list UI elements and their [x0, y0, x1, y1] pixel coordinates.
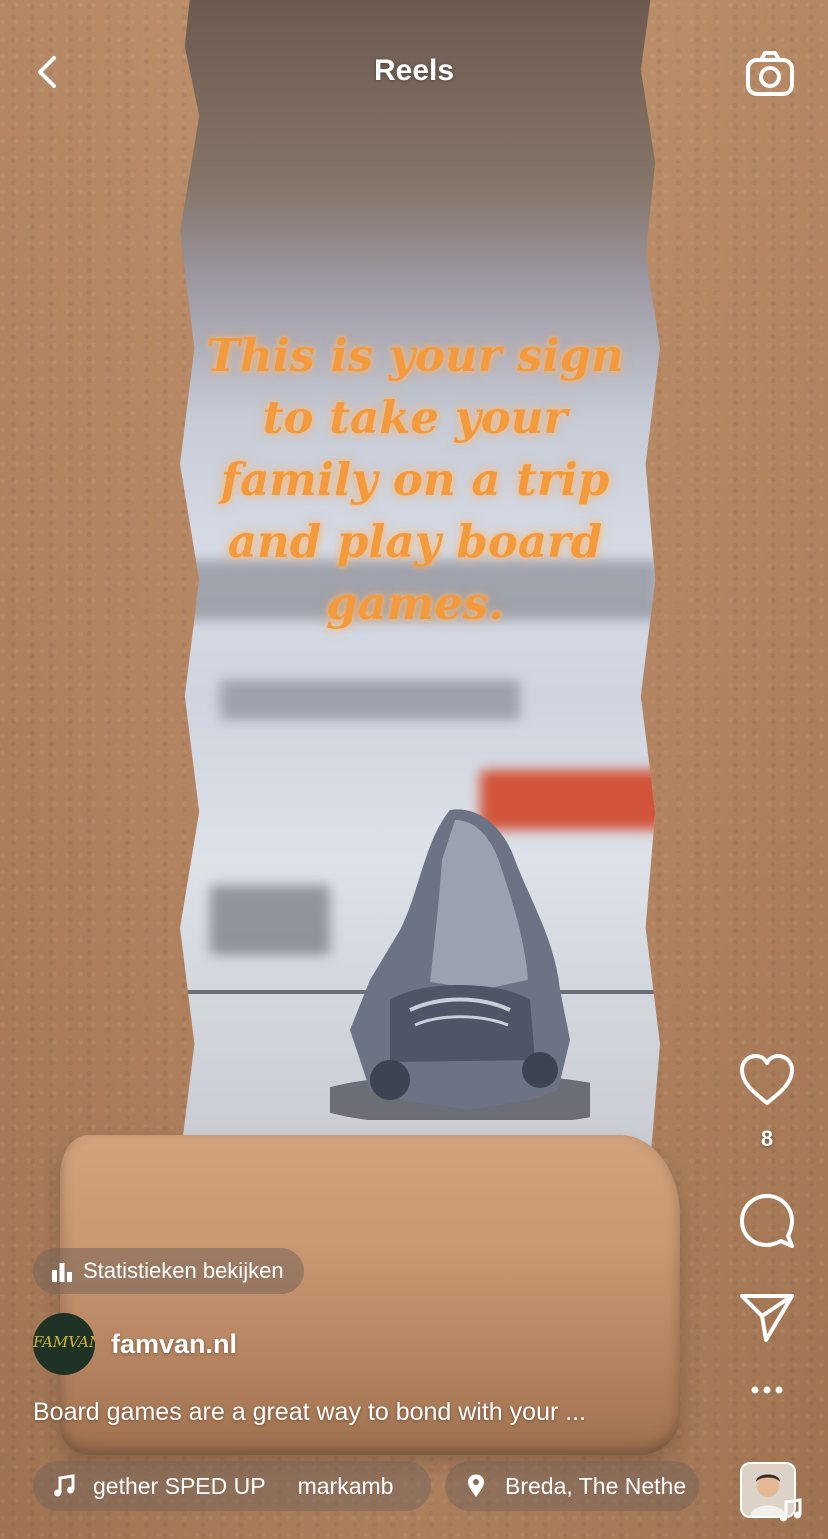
camera-button[interactable] [744, 48, 796, 100]
page-title: Reels [373, 54, 455, 87]
camera-icon [746, 51, 794, 96]
more-options-button[interactable] [736, 1370, 798, 1410]
video-overlay-text: This is your sign to take your family on… [190, 325, 640, 635]
audio-chip[interactable]: gether SPED UP markamb [33, 1461, 431, 1511]
share-button[interactable] [736, 1286, 798, 1348]
overlay-line: family on a trip [220, 453, 610, 506]
location-pin-icon [468, 1474, 484, 1497]
info-chips: gether SPED UP markamb Breda, The Nethe [33, 1461, 703, 1513]
author-name[interactable]: famvan.nl [111, 1329, 237, 1360]
overlay-line: This is your sign [206, 329, 624, 382]
reel-stage[interactable]: This is your sign to take your family on… [0, 0, 828, 1539]
comment-icon [740, 1194, 794, 1248]
car-token-image [330, 809, 590, 1120]
audio-artist: markamb [297, 1472, 394, 1499]
post-caption[interactable]: Board games are a great way to bond with… [33, 1398, 693, 1427]
overlay-line: to take your [262, 391, 568, 444]
board-label [210, 885, 330, 955]
like-button[interactable] [736, 1050, 798, 1112]
audio-track-title: gether SPED UP [93, 1472, 266, 1499]
like-count: 8 [760, 1126, 774, 1151]
more-icon [751, 1386, 783, 1394]
overlay-line: games. [326, 577, 504, 630]
heart-icon [740, 1054, 794, 1105]
overlay-line: and play board [227, 515, 603, 568]
view-insights-button[interactable]: Statistieken bekijken [33, 1248, 304, 1294]
avatar-logo-text: FAMVAN [33, 1333, 95, 1351]
location-label: Breda, The Nethe [505, 1472, 687, 1499]
author-row[interactable]: FAMVAN famvan.nl [33, 1313, 237, 1375]
music-note-icon [54, 1474, 75, 1497]
view-insights-label: Statistieken bekijken [83, 1258, 284, 1283]
board-text-band [220, 680, 520, 720]
bar-chart-icon [52, 1263, 72, 1282]
location-chip[interactable]: Breda, The Nethe [445, 1461, 699, 1511]
avatar[interactable]: FAMVAN [33, 1313, 95, 1375]
top-bar: Reels [0, 40, 828, 104]
send-icon [740, 1294, 794, 1342]
music-note-icon [780, 1498, 802, 1522]
comment-button[interactable] [736, 1190, 798, 1252]
